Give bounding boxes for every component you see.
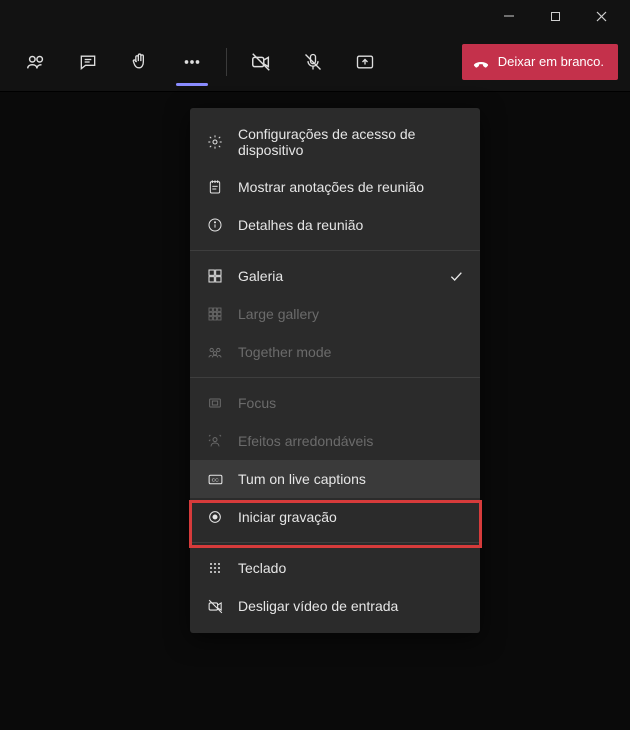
effects-icon [206,432,224,450]
mic-off-icon [303,52,323,72]
menu-meeting-details[interactable]: Detalhes da reunião [190,206,480,244]
menu-label: Configurações de acesso de dispositivo [238,126,464,158]
share-icon [355,52,375,72]
menu-label: Galeria [238,268,283,284]
gallery-icon [206,267,224,285]
menu-label: Focus [238,395,276,411]
more-icon [181,51,203,73]
maximize-button[interactable] [532,0,578,32]
mic-button[interactable] [289,40,337,84]
share-button[interactable] [341,40,389,84]
toolbar-divider [226,48,227,76]
svg-text:CC: CC [211,477,219,483]
chat-icon [78,52,98,72]
hand-icon [130,52,150,72]
cc-icon: CC [206,470,224,488]
meeting-toolbar: Deixar em branco. [0,32,630,92]
menu-label: Together mode [238,344,331,360]
menu-focus: Focus [190,384,480,422]
incoming-video-off-icon [206,597,224,615]
together-icon [206,343,224,361]
leave-label: Deixar em branco. [498,54,604,69]
menu-large-gallery: Large gallery [190,295,480,333]
raise-hand-button[interactable] [116,40,164,84]
large-gallery-icon [206,305,224,323]
focus-icon [206,394,224,412]
menu-separator [190,250,480,251]
menu-keypad[interactable]: Teclado [190,549,480,587]
menu-background-effects: Efeitos arredondáveis [190,422,480,460]
menu-label: Desligar vídeo de entrada [238,598,398,614]
menu-together-mode: Together mode [190,333,480,371]
hangup-icon [472,53,490,71]
menu-label: Tum on live captions [238,471,366,487]
menu-label: Teclado [238,560,286,576]
people-icon [25,51,47,73]
menu-label: Iniciar gravação [238,509,337,525]
camera-off-icon [250,51,272,73]
more-actions-menu: Configurações de acesso de dispositivo M… [190,108,480,633]
check-icon [448,268,464,284]
more-actions-button[interactable] [168,40,216,84]
record-icon [206,508,224,526]
menu-label: Mostrar anotações de reunião [238,179,424,195]
gear-icon [206,133,224,151]
leave-button[interactable]: Deixar em branco. [462,44,618,80]
menu-meeting-notes[interactable]: Mostrar anotações de reunião [190,168,480,206]
window-titlebar [0,0,630,32]
chat-button[interactable] [64,40,112,84]
menu-device-settings[interactable]: Configurações de acesso de dispositivo [190,116,480,168]
menu-label: Large gallery [238,306,319,322]
menu-separator [190,377,480,378]
menu-live-captions[interactable]: CC Tum on live captions [190,460,480,498]
notes-icon [206,178,224,196]
people-button[interactable] [12,40,60,84]
menu-separator [190,542,480,543]
close-button[interactable] [578,0,624,32]
menu-label: Detalhes da reunião [238,217,363,233]
menu-label: Efeitos arredondáveis [238,433,373,449]
minimize-button[interactable] [486,0,532,32]
camera-button[interactable] [237,40,285,84]
menu-turn-off-incoming-video[interactable]: Desligar vídeo de entrada [190,587,480,625]
info-icon [206,216,224,234]
menu-gallery[interactable]: Galeria [190,257,480,295]
keypad-icon [206,559,224,577]
menu-start-recording[interactable]: Iniciar gravação [190,498,480,536]
